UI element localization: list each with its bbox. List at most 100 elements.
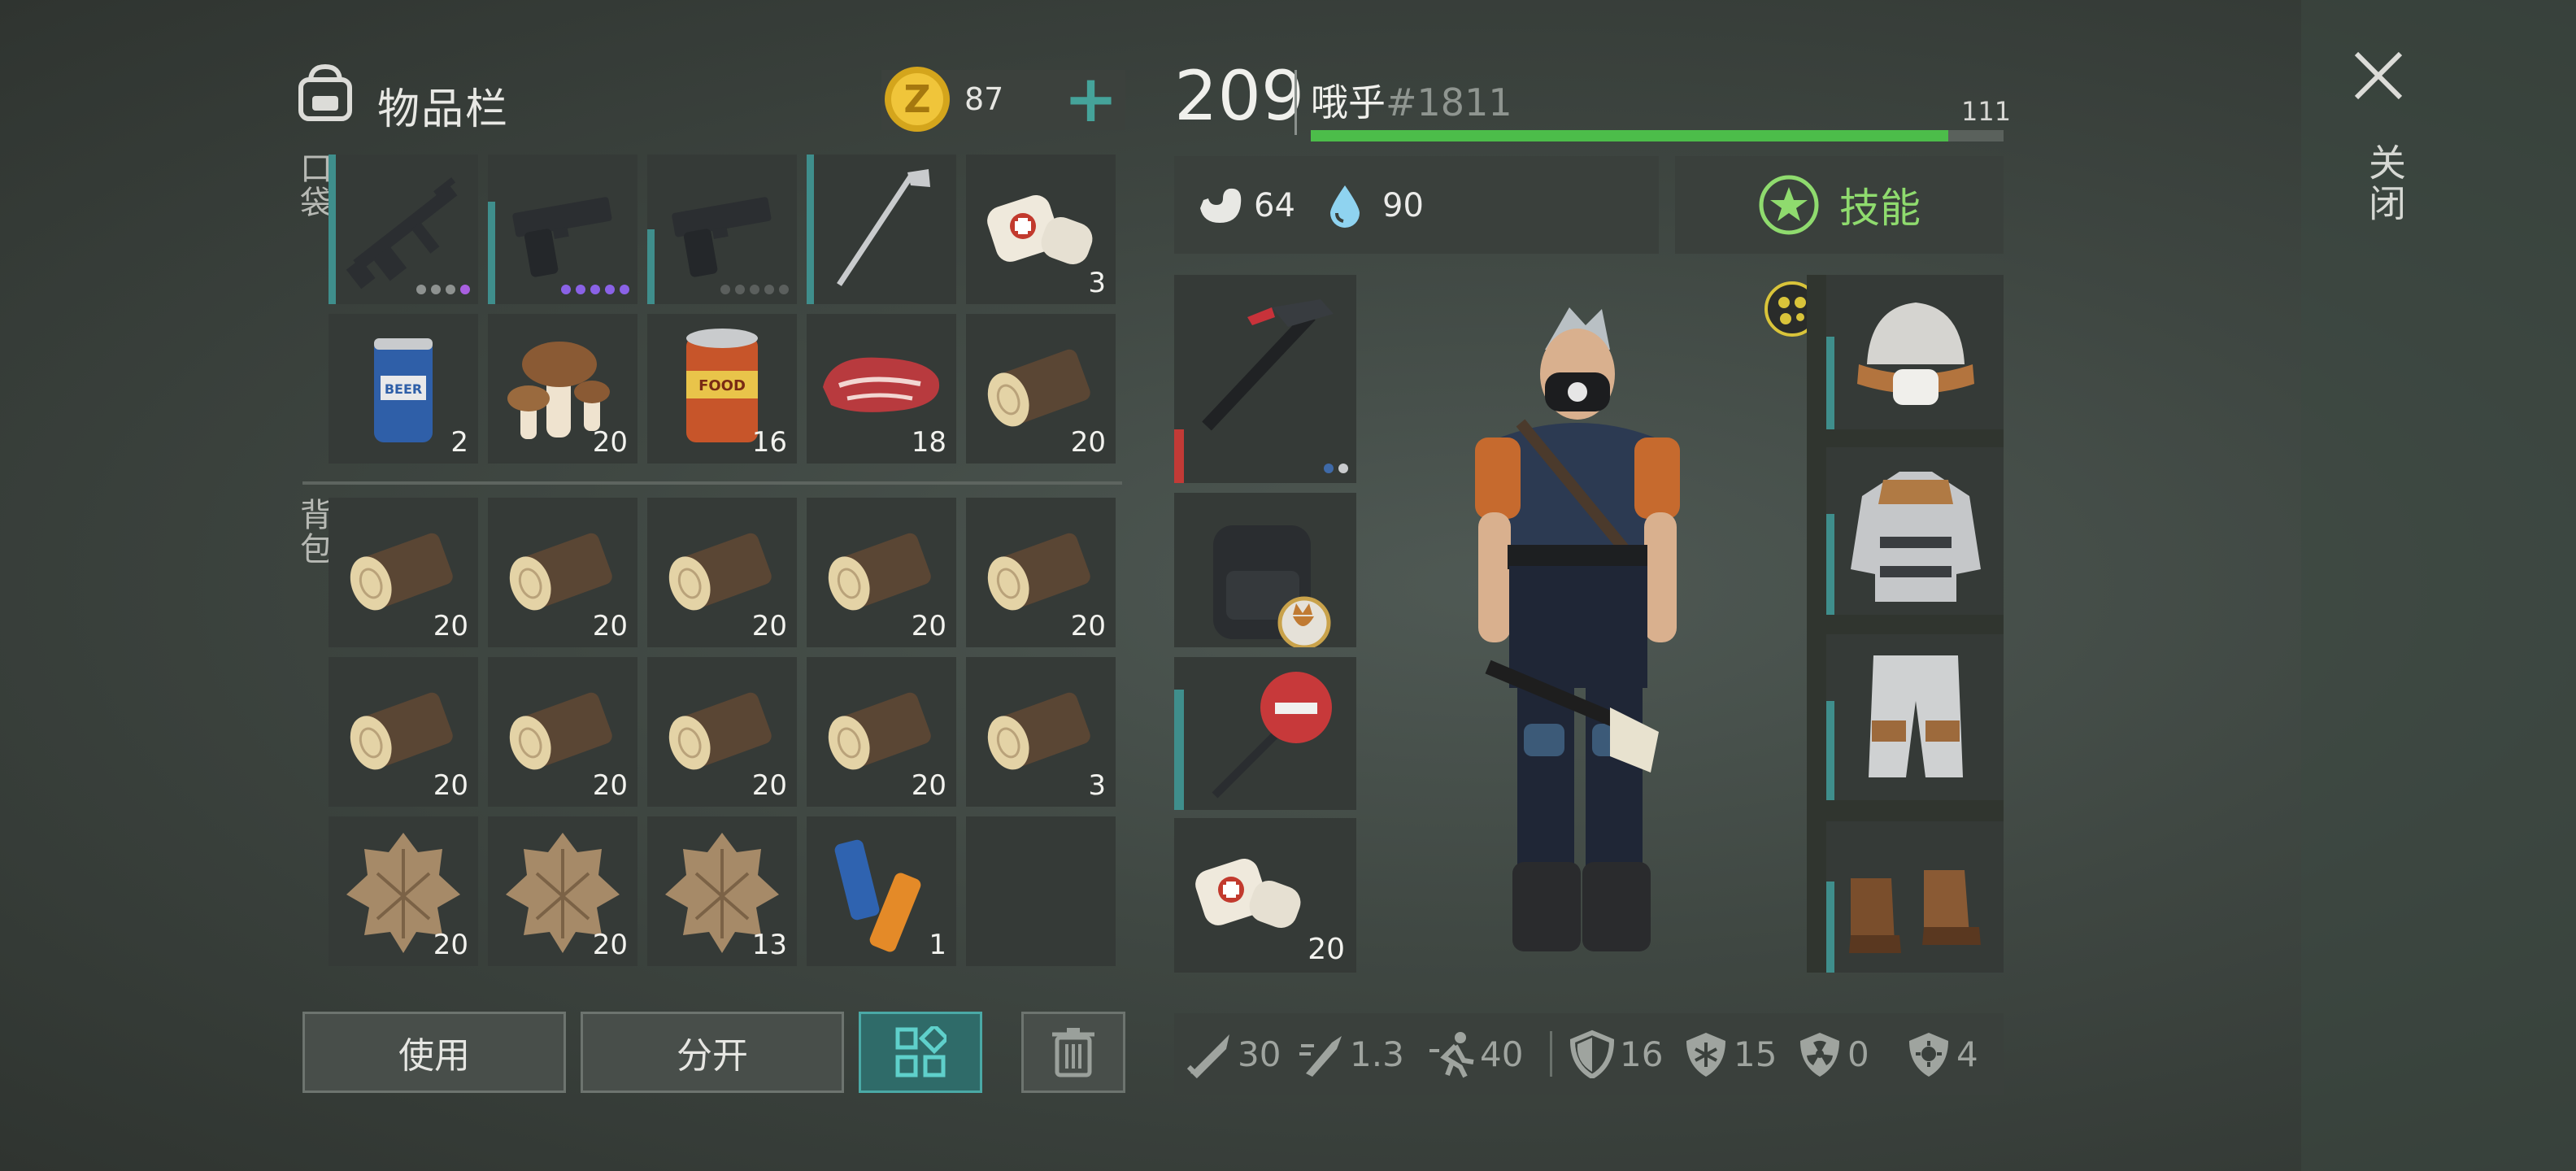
durability-bar xyxy=(1826,337,1834,429)
coin-count: 87 xyxy=(964,81,1004,117)
item-quantity: 20 xyxy=(592,929,628,961)
combat-stat: 4 xyxy=(1904,1030,1978,1078)
item-quantity: 20 xyxy=(1070,610,1106,642)
backpack-slot[interactable]: 20 xyxy=(329,816,478,966)
item-quantity: 20 xyxy=(433,610,468,642)
pistol-icon xyxy=(672,197,772,277)
stomach-icon xyxy=(1200,188,1242,223)
quality-dots xyxy=(416,285,470,294)
section-divider xyxy=(302,481,1122,485)
inventory-title: 物品栏 xyxy=(377,85,510,134)
split-button[interactable]: 分开 xyxy=(581,1012,844,1093)
pocket-slot[interactable]: FOOD 16 xyxy=(647,314,797,464)
backpack-slot[interactable]: 20 xyxy=(488,816,637,966)
right-side-panel xyxy=(2301,0,2576,1171)
hammer-weapon-icon xyxy=(1202,299,1334,431)
pocket-slot[interactable]: 20 xyxy=(488,314,637,464)
star-icon xyxy=(1759,175,1819,235)
backpack-slot[interactable]: 3 xyxy=(966,657,1116,807)
backpack-slot[interactable]: 20 xyxy=(966,498,1116,647)
durability-bar xyxy=(1826,701,1834,800)
thirst-value: 90 xyxy=(1382,187,1424,224)
pocket-slot[interactable]: 20 xyxy=(966,314,1116,464)
use-button[interactable]: 使用 xyxy=(302,1012,566,1093)
sort-grid-button[interactable] xyxy=(859,1012,982,1093)
add-coins-button[interactable]: + xyxy=(1064,67,1118,132)
armor-slot[interactable] xyxy=(1826,634,2004,800)
item-quantity: 1 xyxy=(929,929,946,961)
trash-button[interactable] xyxy=(1021,1012,1125,1093)
backpack-slot[interactable]: 20 xyxy=(329,498,478,647)
backpack-slot[interactable]: 20 xyxy=(329,657,478,807)
item-quantity: 20 xyxy=(433,929,468,961)
durability-bar xyxy=(329,155,336,304)
durability-bar xyxy=(1174,429,1184,483)
equipment-slot[interactable]: 20 xyxy=(1174,818,1356,973)
backpack-slot[interactable] xyxy=(966,816,1116,966)
close-icon[interactable] xyxy=(2350,47,2407,104)
combat-stat-value: 30 xyxy=(1238,1034,1281,1074)
backpack-slot[interactable]: 20 xyxy=(807,657,956,807)
svg-text:Z: Z xyxy=(903,77,930,121)
combat-stat: 30 xyxy=(1186,1030,1281,1078)
equipment-slot[interactable] xyxy=(1174,657,1356,810)
item-quantity: 18 xyxy=(911,426,946,459)
item-quantity: 20 xyxy=(751,769,787,802)
item-quantity: 20 xyxy=(592,769,628,802)
pocket-slot[interactable] xyxy=(329,155,478,304)
equipment-slot[interactable] xyxy=(1174,493,1356,647)
xp-bar-fill xyxy=(1311,130,1948,141)
equipment-slot[interactable] xyxy=(1174,275,1356,483)
armored-jacket-icon xyxy=(1851,472,1981,602)
durability-bar xyxy=(1826,514,1834,615)
backpack-slot[interactable]: 20 xyxy=(647,498,797,647)
water-drop-icon xyxy=(1330,185,1360,228)
svg-text:FOOD: FOOD xyxy=(698,377,746,394)
survival-stats: 64 90 xyxy=(1174,156,1659,254)
cold-protection-icon xyxy=(1686,1033,1725,1077)
backpack-slot[interactable]: 20 xyxy=(488,498,637,647)
trash-icon xyxy=(1052,1028,1094,1077)
assault-rifle-icon xyxy=(346,177,458,289)
backpack-slot[interactable]: 20 xyxy=(488,657,637,807)
infection-protection-icon xyxy=(1909,1033,1948,1077)
item-quantity: 13 xyxy=(751,929,787,961)
item-quantity: 20 xyxy=(592,426,628,459)
player-name: 哦乎#1811 xyxy=(1311,73,1512,127)
backpack-with-cat-badge-icon xyxy=(1213,525,1331,647)
stats-separator xyxy=(1550,1031,1552,1077)
armor-slot[interactable] xyxy=(1826,447,2004,615)
item-quantity: 3 xyxy=(1088,769,1106,802)
armor-slot[interactable] xyxy=(1826,821,2004,973)
skills-button[interactable]: 技能 xyxy=(1675,156,2004,254)
combat-stat: 40 xyxy=(1428,1030,1523,1078)
pocket-slot[interactable]: 3 xyxy=(966,155,1116,304)
winter-hat-icon xyxy=(1857,303,1974,405)
item-quantity: 20 xyxy=(911,610,946,642)
pocket-slot[interactable]: 18 xyxy=(807,314,956,464)
close-label[interactable]: 关闭 xyxy=(2358,143,2412,224)
header-separator xyxy=(1295,70,1297,135)
armored-pants-icon xyxy=(1869,655,1963,777)
combat-stat-value: 16 xyxy=(1620,1034,1664,1074)
durability-bar xyxy=(1826,882,1834,973)
backpack-slot[interactable]: 20 xyxy=(647,657,797,807)
player-character xyxy=(1475,307,1680,951)
pocket-slot[interactable]: BEER 2 xyxy=(329,314,478,464)
combat-stat: 1.3 xyxy=(1298,1030,1404,1078)
hunger-value: 64 xyxy=(1254,187,1295,224)
armor-slot[interactable] xyxy=(1826,275,2004,429)
backpack-slot[interactable]: 1 xyxy=(807,816,956,966)
backpack-slot[interactable]: 20 xyxy=(807,498,956,647)
pocket-slot[interactable] xyxy=(647,155,797,304)
pocket-slot[interactable] xyxy=(807,155,956,304)
attack-speed-icon xyxy=(1299,1036,1342,1077)
backpack-slot[interactable]: 13 xyxy=(647,816,797,966)
item-quantity: 2 xyxy=(450,426,468,459)
item-quantity: 20 xyxy=(592,610,628,642)
quality-dots xyxy=(1324,464,1348,473)
combat-stat: 15 xyxy=(1682,1030,1777,1078)
combat-stat-value: 15 xyxy=(1734,1034,1778,1074)
pocket-slot[interactable] xyxy=(488,155,637,304)
damage-sword-icon xyxy=(1186,1034,1229,1078)
